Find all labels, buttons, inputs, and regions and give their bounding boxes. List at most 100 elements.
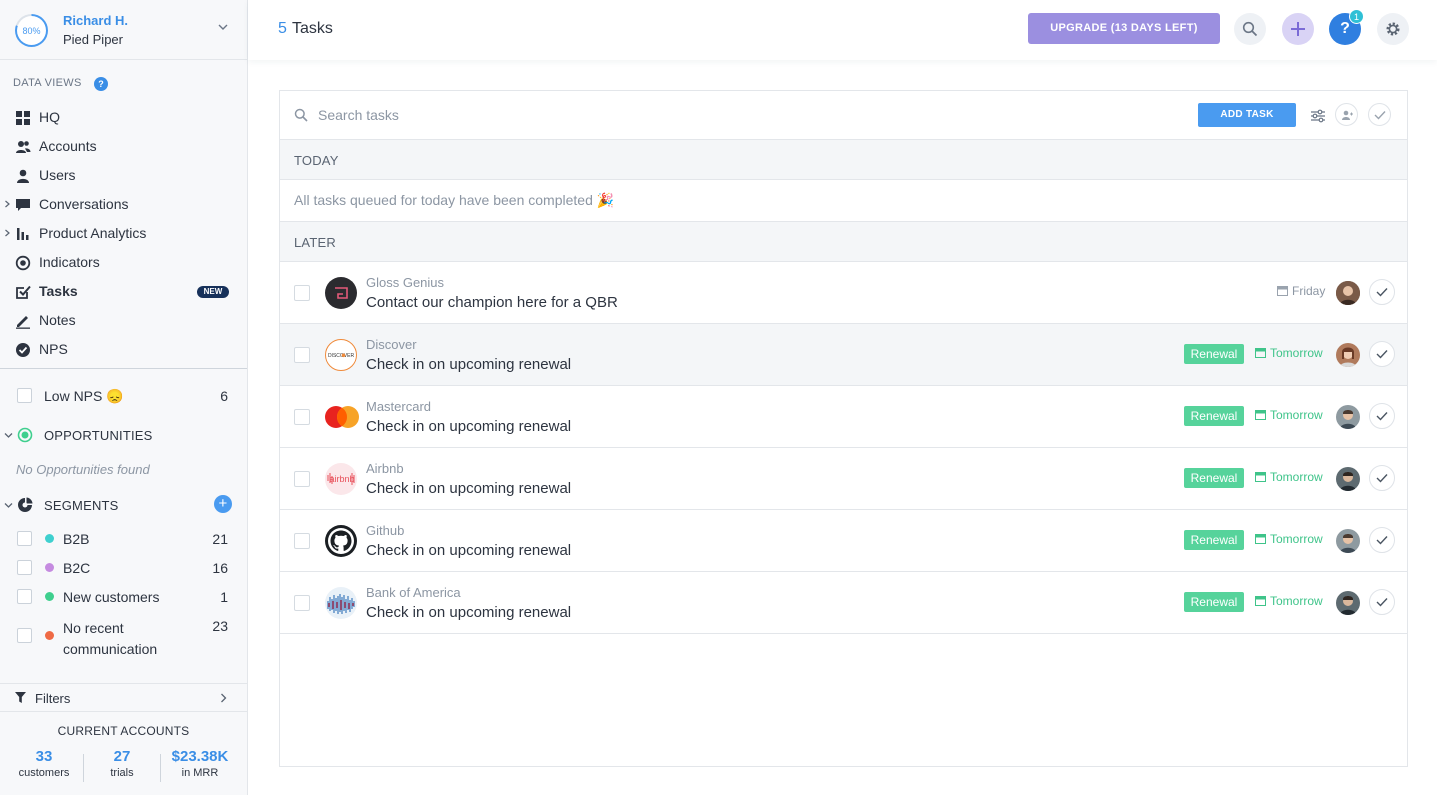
settings-button[interactable] [1377,13,1409,45]
filter-icon [15,692,26,703]
show-completed-button[interactable] [1368,103,1391,126]
nav-item-accounts[interactable]: Accounts [0,132,247,161]
segment-b2c[interactable]: B2C 16 [0,558,247,580]
nav-item-tasks[interactable]: Tasks NEW [0,277,247,306]
complete-task-button[interactable] [1369,527,1395,553]
task-title[interactable]: Contact our champion here for a QBR [366,294,618,311]
due-date[interactable]: Tomorrow [1270,594,1323,608]
task-title[interactable]: Check in on upcoming renewal [366,542,571,559]
due-date[interactable]: Tomorrow [1270,346,1323,360]
nav-item-users[interactable]: Users [0,161,247,190]
search-button[interactable] [1234,13,1266,45]
chevron-down-icon[interactable] [218,22,228,32]
nav-item-hq[interactable]: HQ [0,103,247,132]
due-date[interactable]: Friday [1292,284,1325,298]
chevron-right-icon[interactable] [4,200,11,208]
task-checkbox[interactable] [294,533,310,549]
chevron-down-icon[interactable] [4,432,13,439]
complete-task-button[interactable] [1369,279,1395,305]
segment-checkbox[interactable] [17,560,32,575]
filters-toggle[interactable]: Filters [0,683,247,712]
renewal-tag[interactable]: Renewal [1184,592,1244,612]
segment-checkbox[interactable] [17,531,32,546]
segment-count: 23 [212,618,228,634]
renewal-tag[interactable]: Renewal [1184,344,1244,364]
nav-item-notes[interactable]: Notes [0,306,247,335]
stat-customers[interactable]: 33 customers [5,748,83,779]
account-name[interactable]: Gloss Genius [366,275,444,290]
chevron-right-icon[interactable] [4,229,11,237]
task-search-input[interactable] [318,103,818,127]
search-icon [294,108,308,122]
task-title[interactable]: Check in on upcoming renewal [366,604,571,621]
task-checkbox[interactable] [294,347,310,363]
due-date[interactable]: Tomorrow [1270,408,1323,422]
user-switcher[interactable]: 80% Richard H. Pied Piper [0,0,247,60]
progress-label: 80% [17,16,46,45]
stat-label: customers [18,767,70,779]
help-icon[interactable]: ? [94,77,108,91]
task-count: 5 [278,20,287,37]
renewal-tag[interactable]: Renewal [1184,468,1244,488]
nav-item-conversations[interactable]: Conversations [0,190,247,219]
segment-checkbox[interactable] [17,388,32,403]
chevron-down-icon[interactable] [4,502,13,509]
account-name[interactable]: Github [366,523,404,538]
renewal-tag[interactable]: Renewal [1184,530,1244,550]
segment-new-customers[interactable]: New customers 1 [0,587,247,609]
assignee-avatar[interactable] [1336,405,1360,429]
create-button[interactable] [1282,13,1314,45]
complete-task-button[interactable] [1369,465,1395,491]
due-date[interactable]: Tomorrow [1270,532,1323,546]
add-segment-button[interactable]: + [214,495,232,513]
due-date[interactable]: Tomorrow [1270,470,1323,484]
task-row[interactable]: airbnb Airbnb Check in on upcoming renew… [280,448,1407,510]
task-row[interactable]: Gloss Genius Contact our champion here f… [280,262,1407,324]
stat-label: trials [110,767,134,779]
account-name[interactable]: Mastercard [366,399,431,414]
add-task-button[interactable]: ADD TASK [1198,103,1296,127]
opportunities-header[interactable]: OPPORTUNITIES [0,424,247,448]
task-title[interactable]: Check in on upcoming renewal [366,418,571,435]
task-title[interactable]: Check in on upcoming renewal [366,480,571,497]
assignee-avatar[interactable] [1336,529,1360,553]
account-name[interactable]: Airbnb [366,461,404,476]
assignee-avatar[interactable] [1336,281,1360,305]
task-title[interactable]: Check in on upcoming renewal [366,356,571,373]
nav-item-indicators[interactable]: Indicators [0,248,247,277]
account-name[interactable]: Bank of America [366,585,461,600]
filter-sliders-icon[interactable] [1307,105,1329,127]
task-row[interactable]: Bank of America Check in on upcoming ren… [280,572,1407,634]
account-name[interactable]: Discover [366,337,417,352]
segment-no-recent-communication[interactable]: No recent communication 23 [0,616,247,660]
segment-low-nps[interactable]: Low NPS 😞 6 [0,386,247,408]
assignee-avatar[interactable] [1336,343,1360,367]
complete-task-button[interactable] [1369,403,1395,429]
assignee-avatar[interactable] [1336,591,1360,615]
segments-header[interactable]: SEGMENTS + [0,494,247,518]
stat-mrr[interactable]: $23.38K in MRR [161,748,239,779]
nav-item-product-analytics[interactable]: Product Analytics [0,219,247,248]
assignee-avatar[interactable] [1336,467,1360,491]
segment-checkbox[interactable] [17,589,32,604]
task-checkbox[interactable] [294,471,310,487]
segment-checkbox[interactable] [17,628,32,643]
account-logo-gloss-genius [325,277,357,309]
task-row[interactable]: Mastercard Check in on upcoming renewal … [280,386,1407,448]
renewal-tag[interactable]: Renewal [1184,406,1244,426]
stat-trials[interactable]: 27 trials [84,748,160,779]
complete-task-button[interactable] [1369,589,1395,615]
checkmark-icon [1376,474,1388,483]
task-row[interactable]: Github Check in on upcoming renewal Rene… [280,510,1407,572]
task-checkbox[interactable] [294,409,310,425]
segment-b2b[interactable]: B2B 21 [0,529,247,551]
task-checkbox[interactable] [294,285,310,301]
complete-task-button[interactable] [1369,341,1395,367]
task-checkbox[interactable] [294,595,310,611]
pencil-icon [16,316,30,329]
checkmark-icon [1376,412,1388,421]
task-row[interactable]: DISCOVER Discover Check in on upcoming r… [280,324,1407,386]
nav-item-nps[interactable]: NPS [0,335,247,364]
assignee-filter-button[interactable] [1335,103,1358,126]
upgrade-button[interactable]: UPGRADE (13 DAYS LEFT) [1028,13,1220,44]
